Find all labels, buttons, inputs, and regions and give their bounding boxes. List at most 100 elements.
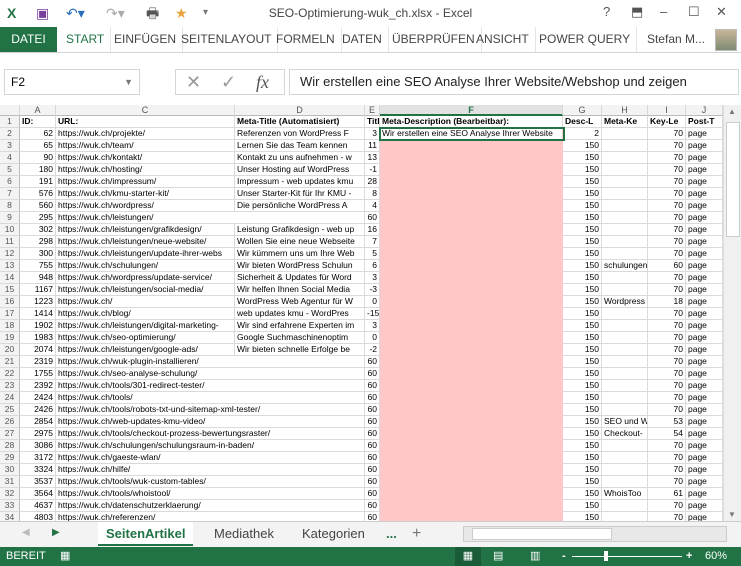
cell[interactable]	[602, 512, 648, 521]
cell[interactable]: 180	[20, 164, 56, 176]
cell[interactable]: 28	[365, 176, 380, 188]
meta-description-cell[interactable]	[380, 224, 563, 236]
cell[interactable]: Wir bieten WordPress Schulun	[235, 260, 365, 272]
spreadsheet-grid[interactable]: A C D E F G H I J 1 ID: URL: Meta-Title (Automatisie…	[0, 105, 723, 521]
cell[interactable]	[602, 332, 648, 344]
cell[interactable]: https://wuk.ch/tools/whoistool/	[56, 488, 235, 500]
cell[interactable]: Wir kümmern uns um Ihre Web	[235, 248, 365, 260]
cell[interactable]: page	[686, 236, 723, 248]
tab-einfuegen[interactable]: EINFÜGEN	[108, 27, 184, 52]
cell[interactable]: page	[686, 308, 723, 320]
cell[interactable]: 150	[563, 236, 602, 248]
cell[interactable]: 2975	[20, 428, 56, 440]
cell[interactable]: 150	[563, 380, 602, 392]
cell[interactable]	[602, 272, 648, 284]
cell[interactable]	[235, 500, 365, 512]
cell[interactable]: -1	[365, 164, 380, 176]
cell[interactable]: page	[686, 164, 723, 176]
cell[interactable]: 1167	[20, 284, 56, 296]
row-number[interactable]: 22	[0, 368, 20, 380]
cell[interactable]: https://wuk.ch/seo-analyse-schulung/	[56, 368, 235, 380]
cell[interactable]: 6	[365, 260, 380, 272]
row-number[interactable]: 27	[0, 428, 20, 440]
cell[interactable]	[235, 416, 365, 428]
cell[interactable]: 2074	[20, 344, 56, 356]
meta-description-cell[interactable]	[380, 176, 563, 188]
cell[interactable]	[602, 164, 648, 176]
normal-view-icon[interactable]: ▦	[455, 547, 481, 566]
cell[interactable]: SEO und W	[602, 416, 648, 428]
cell[interactable]	[602, 464, 648, 476]
cell[interactable]: 70	[648, 464, 686, 476]
cell[interactable]: Wir sind erfahrene Experten im	[235, 320, 365, 332]
cell[interactable]	[602, 308, 648, 320]
cell[interactable]	[602, 188, 648, 200]
cancel-icon[interactable]: ✕	[186, 70, 201, 94]
cell[interactable]: https://wuk.ch/blog/	[56, 308, 235, 320]
cell[interactable]: 150	[563, 452, 602, 464]
cell[interactable]: https://wuk.ch/hosting/	[56, 164, 235, 176]
meta-description-cell[interactable]	[380, 428, 563, 440]
next-sheet-icon[interactable]: ▶	[52, 527, 60, 538]
cell[interactable]: 60	[365, 500, 380, 512]
cell[interactable]: 1414	[20, 308, 56, 320]
cell[interactable]: 150	[563, 164, 602, 176]
cell[interactable]: 70	[648, 380, 686, 392]
meta-description-cell[interactable]	[380, 368, 563, 380]
cell[interactable]: Leistung Grafikdesign - web up	[235, 224, 365, 236]
cell[interactable]	[602, 356, 648, 368]
cell[interactable]: https://wuk.ch/projekte/	[56, 128, 235, 140]
cell[interactable]: 302	[20, 224, 56, 236]
close-button[interactable]: ✕	[716, 4, 727, 20]
cell[interactable]: 60	[365, 440, 380, 452]
cell[interactable]: 4637	[20, 500, 56, 512]
cell[interactable]: 60	[365, 488, 380, 500]
cell[interactable]: 300	[20, 248, 56, 260]
cell[interactable]	[235, 440, 365, 452]
cell[interactable]: https://wuk.ch/kmu-starter-kit/	[56, 188, 235, 200]
name-box[interactable]: F2 ▼	[4, 69, 140, 95]
cell[interactable]: page	[686, 296, 723, 308]
meta-description-cell[interactable]	[380, 152, 563, 164]
cell[interactable]: 150	[563, 320, 602, 332]
cell[interactable]: 70	[648, 452, 686, 464]
cell[interactable]: 70	[648, 392, 686, 404]
cell[interactable]: 150	[563, 248, 602, 260]
cell[interactable]	[602, 176, 648, 188]
cell[interactable]	[602, 200, 648, 212]
cell[interactable]: page	[686, 356, 723, 368]
cell[interactable]: 70	[648, 332, 686, 344]
zoom-level[interactable]: 60%	[705, 547, 727, 566]
cell[interactable]: 60	[365, 356, 380, 368]
header-cell[interactable]: Meta-Description (Bearbeitbar):	[380, 116, 563, 128]
cell[interactable]: 60	[365, 464, 380, 476]
row-number[interactable]: 1	[0, 116, 20, 128]
tab-start[interactable]: START	[60, 27, 112, 52]
row-number[interactable]: 9	[0, 212, 20, 224]
meta-description-cell[interactable]	[380, 344, 563, 356]
cell[interactable]: 70	[648, 440, 686, 452]
row-number[interactable]: 2	[0, 128, 20, 140]
column-header-H[interactable]: H	[602, 105, 648, 116]
cell[interactable]: 295	[20, 212, 56, 224]
row-number[interactable]: 11	[0, 236, 20, 248]
row-number[interactable]: 33	[0, 500, 20, 512]
cell[interactable]: page	[686, 176, 723, 188]
tab-ueberpruefen[interactable]: ÜBERPRÜFEN	[386, 27, 482, 52]
header-cell[interactable]: Key-Le	[648, 116, 686, 128]
cell[interactable]: https://wuk.ch/leistungen/digital-market…	[56, 320, 235, 332]
cell[interactable]: page	[686, 224, 723, 236]
cell[interactable]: Wollen Sie eine neue Webseite	[235, 236, 365, 248]
cell[interactable]: 150	[563, 308, 602, 320]
cell[interactable]: page	[686, 284, 723, 296]
cell[interactable]: 1223	[20, 296, 56, 308]
tab-daten[interactable]: DATEN	[336, 27, 389, 52]
meta-description-cell[interactable]	[380, 464, 563, 476]
cell[interactable]: 3324	[20, 464, 56, 476]
cell[interactable]: page	[686, 212, 723, 224]
cell[interactable]: page	[686, 140, 723, 152]
cell[interactable]	[235, 452, 365, 464]
cell[interactable]: 70	[648, 164, 686, 176]
tab-ansicht[interactable]: ANSICHT	[470, 27, 536, 52]
scroll-down-icon[interactable]: ▼	[728, 510, 736, 519]
